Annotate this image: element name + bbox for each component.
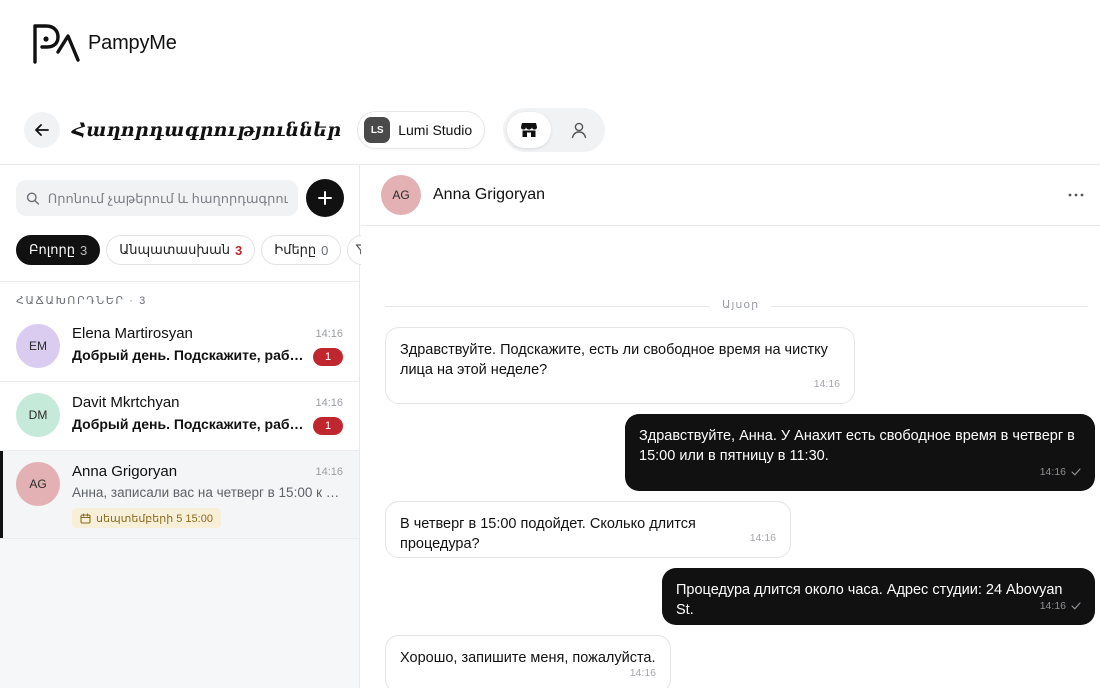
message-text: Здравствуйте, Анна. У Анахит есть свобод… [639, 428, 1075, 464]
back-button[interactable] [24, 112, 60, 148]
message-time: 14:16 [814, 374, 840, 394]
sidebar-empty-area [0, 539, 359, 688]
toggle-client-view[interactable] [557, 112, 601, 148]
chat-item[interactable]: EM Elena Martirosyan 14:16 Добрый день. … [0, 313, 359, 382]
unread-badge: 1 [313, 417, 343, 435]
chat-name: Davit Mkrtchyan [72, 394, 180, 411]
message-time-value: 14:16 [1039, 466, 1066, 478]
message-time: 14:16 [1040, 596, 1081, 616]
message-outgoing[interactable]: Здравствуйте, Анна. У Анахит есть свобод… [625, 414, 1095, 491]
booking-date: սեպտեմբերի 5 15:00 [96, 512, 213, 525]
message-time-value: 14:16 [629, 667, 656, 679]
contact-name[interactable]: Anna Grigoryan [433, 186, 545, 204]
chat-list: EM Elena Martirosyan 14:16 Добрый день. … [0, 313, 359, 539]
new-chat-button[interactable] [306, 179, 344, 217]
check-icon [1071, 468, 1081, 476]
chat-preview: Анна, записали вас на четверг в 15:00 к … [72, 485, 344, 500]
message-incoming[interactable]: Здравствуйте. Подскажите, есть ли свобод… [385, 327, 855, 404]
filter-all[interactable]: Բոլորը 3 [16, 235, 101, 265]
pampyme-logo-icon [33, 24, 80, 64]
page-title: Հաղորդագրություններ [72, 119, 342, 141]
filter-all-label: Բոլորը [29, 242, 76, 257]
booking-tag: սեպտեմբերի 5 15:00 [72, 508, 221, 528]
filter-unanswered-count: 3 [234, 242, 243, 258]
arrow-left-icon [35, 124, 49, 136]
view-toggle [503, 108, 606, 152]
avatar: DM [16, 393, 60, 437]
message-text: Процедура длится около часа. Адрес студи… [676, 582, 1063, 618]
message-incoming[interactable]: Хорошо, запишите меня, пожалуйста. 14:16 [385, 635, 671, 688]
message-time: 14:16 [630, 663, 656, 683]
filter-unanswered[interactable]: Անպատասխան 3 [106, 235, 256, 265]
filter-mine-label: Իմերը [274, 242, 317, 257]
chat-preview: Добрый день. Подскажите, работаете ли вы… [72, 347, 306, 363]
section-title: ՀԱՃԱԽՈՐԴՆԵՐ · 3 [16, 295, 147, 307]
chat-item-selected[interactable]: AG Anna Grigoryan 14:16 Анна, записали в… [0, 451, 359, 539]
message-time: 14:16 [750, 528, 776, 548]
filter-all-count: 3 [80, 242, 88, 258]
search-icon [26, 191, 40, 205]
chat-sidebar: Բոլորը 3 Անպատասխան 3 Իմերը 0 ՀԱՃԱԽՈՐԴՆԵ… [0, 165, 378, 688]
page-header: Հաղորդագրություններ LS Lumi Studio [24, 108, 606, 152]
user-icon [571, 122, 587, 139]
avatar: AG [16, 462, 60, 506]
message-text: Здравствуйте. Подскажите, есть ли свобод… [400, 342, 828, 378]
day-label: Այսօր [710, 298, 772, 311]
message-incoming[interactable]: В четверг в 15:00 подойдет. Сколько длит… [385, 501, 791, 558]
message-time-value: 14:16 [813, 378, 840, 390]
chat-time: 14:16 [315, 466, 343, 478]
avatar[interactable]: AG [381, 175, 421, 215]
chat-name: Elena Martirosyan [72, 325, 193, 342]
app-name: PampyMe [88, 31, 177, 54]
search-input[interactable] [47, 190, 288, 206]
chat-time: 14:16 [315, 397, 343, 409]
store-icon [521, 123, 538, 137]
avatar: EM [16, 324, 60, 368]
check-icon [1071, 602, 1081, 610]
filter-mine[interactable]: Իմերը 0 [261, 235, 342, 265]
studio-selector[interactable]: LS Lumi Studio [357, 111, 486, 149]
message-time-value: 14:16 [749, 532, 776, 544]
studio-avatar: LS [364, 117, 391, 143]
filter-unanswered-label: Անպատասխան [119, 242, 230, 257]
calendar-icon [80, 512, 91, 524]
search-row [16, 179, 344, 217]
chat-preview: Добрый день. Подскажите, работаете ли вы… [72, 416, 306, 432]
app-logo[interactable]: PampyMe [32, 22, 177, 64]
list-divider [0, 281, 359, 282]
conversation-header: AG Anna Grigoryan [361, 165, 1100, 226]
chat-time: 14:16 [315, 328, 343, 340]
search-box[interactable] [16, 180, 298, 216]
chat-item[interactable]: DM Davit Mkrtchyan 14:16 Добрый день. По… [0, 382, 359, 451]
message-time-value: 14:16 [1039, 600, 1066, 612]
filter-tabs: Բոլորը 3 Անպատասխան 3 Իմերը 0 [16, 235, 378, 265]
unread-badge: 1 [313, 348, 343, 366]
plus-icon [318, 191, 332, 205]
message-time: 14:16 [1040, 462, 1081, 482]
toggle-business-view[interactable] [507, 112, 552, 148]
message-outgoing[interactable]: Процедура длится около часа. Адрес студи… [662, 568, 1095, 625]
message-text: В четверг в 15:00 подойдет. Сколько длит… [400, 516, 696, 552]
message-text: Хорошо, запишите меня, пожалуйста. [400, 650, 656, 666]
more-horizontal-icon [1068, 193, 1084, 197]
filter-mine-count: 0 [321, 242, 329, 258]
conversation-panel: AG Anna Grigoryan Այսօր Здравствуйте. По… [361, 165, 1100, 688]
chat-name: Anna Grigoryan [72, 463, 178, 480]
studio-name: Lumi Studio [398, 122, 473, 138]
more-options-button[interactable] [1064, 183, 1088, 207]
